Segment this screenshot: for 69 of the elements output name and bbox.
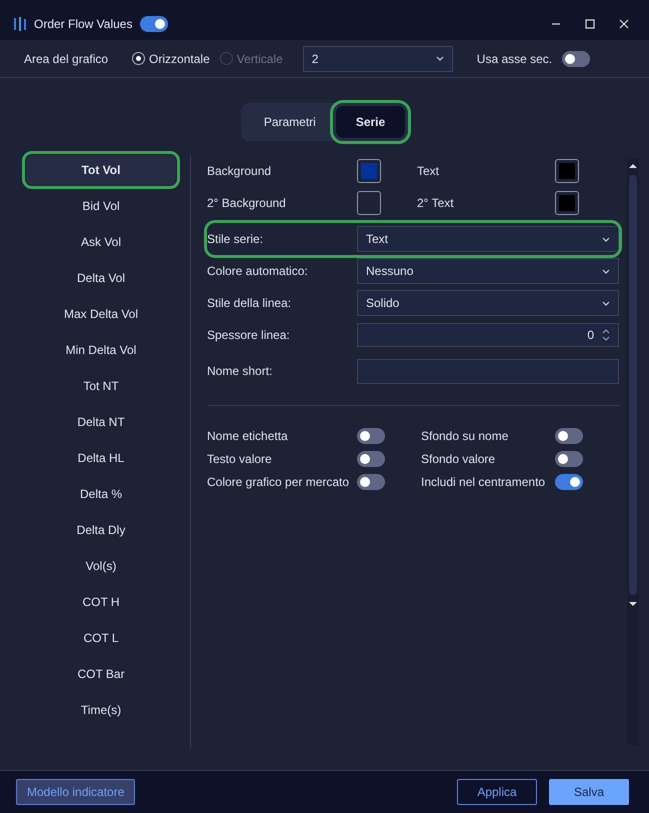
chevron-down-icon bbox=[436, 56, 444, 61]
scroll-down-icon bbox=[629, 601, 637, 607]
toggle-switch[interactable] bbox=[140, 16, 168, 32]
apply-button[interactable]: Applica bbox=[457, 779, 537, 805]
color-swatch[interactable] bbox=[555, 159, 579, 183]
toggle-label: Testo valore bbox=[207, 452, 273, 466]
field-label: Spessore linea: bbox=[207, 328, 291, 342]
toggle-switch[interactable] bbox=[555, 451, 583, 467]
window-title: Order Flow Values bbox=[34, 17, 132, 31]
sidebar-item[interactable]: Time(s) bbox=[26, 695, 176, 725]
tab[interactable]: Parametri bbox=[244, 106, 336, 138]
toggle-label: Nome etichetta bbox=[207, 429, 289, 443]
select-field[interactable]: Nessuno bbox=[357, 258, 619, 284]
sidebar-item[interactable]: Bid Vol bbox=[26, 191, 176, 221]
sidebar-item[interactable]: Tot Vol bbox=[26, 155, 176, 185]
sidebar-item[interactable]: Delta Dly bbox=[26, 515, 176, 545]
color-label: Text bbox=[417, 164, 440, 178]
chevron-down-icon bbox=[602, 300, 610, 306]
template-button[interactable]: Modello indicatore bbox=[16, 779, 136, 805]
field-label: Stile serie: bbox=[207, 232, 264, 246]
number-field[interactable]: 0 bbox=[357, 323, 619, 347]
area-select[interactable]: 2 bbox=[302, 46, 453, 72]
select-field[interactable]: Text bbox=[357, 226, 619, 252]
sidebar-item[interactable]: Delta NT bbox=[26, 407, 176, 437]
sidebar-item[interactable]: Min Delta Vol bbox=[26, 335, 176, 365]
sidebar-item[interactable]: Delta HL bbox=[26, 443, 176, 473]
scroll-up-icon bbox=[629, 163, 637, 169]
color-swatch[interactable] bbox=[555, 191, 579, 215]
toggle-switch[interactable] bbox=[357, 428, 385, 444]
sidebar-item[interactable]: Vol(s) bbox=[26, 551, 176, 581]
sidebar-item[interactable]: Ask Vol bbox=[26, 227, 176, 257]
toggle-switch[interactable] bbox=[555, 474, 583, 490]
chevron-down-icon bbox=[602, 268, 610, 274]
area-label: Area del grafico bbox=[24, 52, 108, 66]
sidebar-item[interactable]: COT Bar bbox=[26, 659, 176, 689]
field-label: Stile della linea: bbox=[207, 296, 292, 310]
toggle-label: Sfondo su nome bbox=[421, 429, 510, 443]
toggle-label: Includi nel centramento bbox=[421, 475, 546, 489]
maximize-icon bbox=[585, 19, 595, 29]
input-field[interactable] bbox=[357, 358, 619, 384]
color-swatch[interactable] bbox=[357, 191, 381, 215]
toggle-switch[interactable] bbox=[555, 428, 583, 444]
sidebar-item[interactable]: Tot NT bbox=[26, 371, 176, 401]
toggle-switch[interactable] bbox=[562, 50, 590, 66]
toggle-switch[interactable] bbox=[357, 474, 385, 490]
scroll-bar[interactable] bbox=[627, 159, 639, 745]
select-field[interactable]: Solido bbox=[357, 290, 619, 316]
toggle-label: Colore grafico per mercato bbox=[207, 475, 350, 489]
toggle-switch[interactable] bbox=[357, 451, 385, 467]
color-label: Background bbox=[207, 164, 272, 178]
sidebar-item[interactable]: COT L bbox=[26, 623, 176, 653]
sidebar-item[interactable]: Delta Vol bbox=[26, 263, 176, 293]
chevron-down-icon bbox=[602, 236, 610, 242]
field-label: Nome short: bbox=[207, 364, 274, 378]
sidebar-item[interactable]: Delta % bbox=[26, 479, 176, 509]
color-label: 2° Text bbox=[417, 196, 455, 210]
save-button[interactable]: Salva bbox=[549, 779, 629, 805]
sidebar-item[interactable]: COT H bbox=[26, 587, 176, 617]
tab[interactable]: Serie bbox=[336, 106, 406, 138]
toggle-label: Sfondo valore bbox=[421, 452, 496, 466]
radio-option[interactable]: Orizzontale bbox=[132, 52, 210, 66]
sidebar-item[interactable]: Max Delta Vol bbox=[26, 299, 176, 329]
bars-icon bbox=[14, 17, 26, 31]
secondary-axis-label: Usa asse sec. bbox=[476, 52, 552, 66]
color-swatch[interactable] bbox=[357, 159, 381, 183]
close-icon bbox=[619, 19, 629, 29]
field-label: Colore automatico: bbox=[207, 264, 309, 278]
spinner-icon bbox=[602, 328, 610, 342]
color-label: 2° Background bbox=[207, 196, 287, 210]
